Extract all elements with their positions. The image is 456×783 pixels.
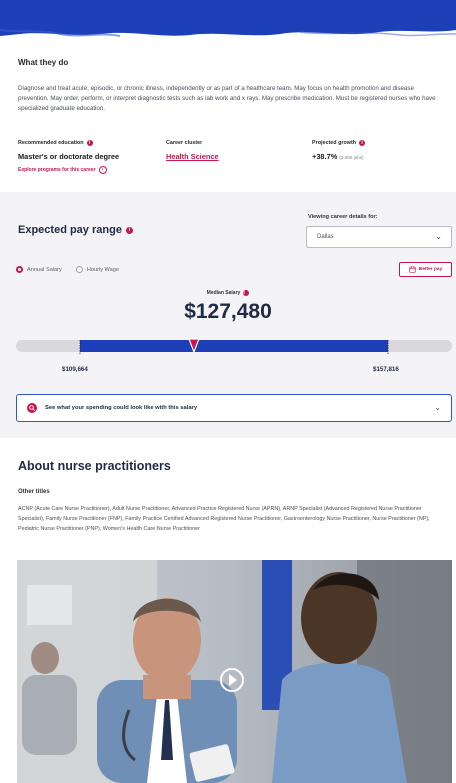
range-fill	[80, 340, 388, 352]
education-label: Recommended education	[18, 140, 84, 146]
radio-annual-label: Annual Salary	[27, 266, 62, 273]
calendar-icon	[409, 266, 416, 273]
range-low-value: $109,664	[62, 366, 88, 373]
arrow-right-circle-icon: ›	[98, 166, 107, 174]
info-icon[interactable]: i	[243, 290, 250, 296]
explore-programs-link[interactable]: Explore programs for this career ›	[18, 166, 119, 174]
education-value: Master's or doctorate degree	[18, 152, 120, 161]
median-salary-value: $127,480	[184, 300, 272, 323]
chevron-down-icon: ⌄	[434, 403, 441, 412]
info-icon[interactable]: i	[86, 140, 93, 146]
radio-annual-salary[interactable]: Annual Salary	[16, 266, 62, 273]
info-icon[interactable]: i	[125, 226, 133, 234]
location-value: Dallas	[317, 234, 334, 240]
better-pay-button[interactable]: Better pay	[399, 262, 452, 277]
chevron-down-icon: ⌄	[435, 232, 442, 241]
info-icon[interactable]: i	[359, 140, 366, 146]
viewing-location-label: Viewing career details for:	[308, 214, 378, 220]
range-high-value: $157,816	[373, 366, 399, 373]
growth-jobs: (3,660 jobs)	[339, 155, 364, 160]
fact-growth: Projected growth i +38.7% (3,660 jobs)	[312, 140, 366, 161]
header-banner	[0, 0, 456, 40]
location-select[interactable]: Dallas ⌄	[306, 226, 452, 248]
pay-range-title: Expected pay range	[18, 224, 122, 236]
radio-hourly-label: Hourly Wage	[86, 266, 119, 273]
growth-label: Projected growth	[312, 140, 357, 146]
fact-education: Recommended education i Master's or doct…	[18, 140, 119, 174]
fact-cluster: Career cluster Health Science	[166, 140, 219, 161]
spending-accordion[interactable]: See what your spending could look like w…	[16, 394, 452, 422]
salary-range-bar	[16, 338, 452, 354]
growth-value: +38.7%	[312, 152, 338, 161]
radio-selected-icon	[16, 266, 23, 273]
about-heading: About nurse practitioners	[18, 459, 171, 473]
career-video[interactable]	[17, 560, 452, 783]
better-pay-label: Better pay	[418, 267, 443, 272]
median-label-text: Median Salary	[206, 290, 241, 296]
median-salary-label: Median Salary i	[0, 290, 456, 296]
radio-hourly-wage[interactable]: Hourly Wage	[75, 266, 119, 273]
cluster-label: Career cluster	[166, 140, 203, 146]
spending-text: See what your spending could look like w…	[45, 405, 198, 411]
career-page: What they do Diagnose and treat acute, e…	[0, 0, 456, 783]
career-cluster-link[interactable]: Health Science	[166, 152, 219, 161]
what-they-do-heading: What they do	[18, 58, 69, 67]
search-icon	[27, 403, 37, 413]
other-titles-heading: Other titles	[18, 489, 50, 495]
radio-unselected-icon	[75, 266, 83, 273]
career-facts: Recommended education i Master's or doct…	[18, 140, 442, 180]
pay-range-heading: Expected pay range i	[18, 224, 133, 236]
explore-programs-label: Explore programs for this career	[18, 167, 96, 173]
other-titles-text: ACNP (Acute Care Nurse Practitioner), Ad…	[18, 506, 430, 532]
pay-type-radios: Annual Salary Hourly Wage	[16, 266, 119, 273]
career-description: Diagnose and treat acute, episodic, or c…	[18, 85, 436, 112]
